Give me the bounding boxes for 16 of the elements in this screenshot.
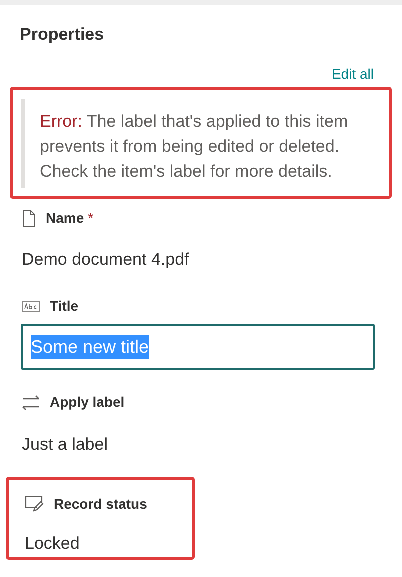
field-value: Locked xyxy=(25,533,81,555)
document-icon xyxy=(22,210,36,226)
record-edit-icon xyxy=(25,496,44,512)
field-value: Demo document 4.pdf xyxy=(22,249,190,271)
field-value: Just a label xyxy=(22,434,109,456)
swap-arrows-icon xyxy=(22,394,40,410)
edit-all-link[interactable]: Edit all xyxy=(332,65,374,87)
title-input-field[interactable]: Some new title xyxy=(21,324,375,370)
required-asterisk: * xyxy=(88,208,94,228)
field-label: Record status xyxy=(54,494,148,514)
panel-title: Properties xyxy=(19,24,106,46)
error-message: Error: The label that's applied to this item prevents it from being edited or deleted. Check the item's label for more details. xyxy=(40,111,350,183)
text-field-icon xyxy=(22,301,40,312)
field-label: Name xyxy=(46,208,84,228)
field-label: Apply label xyxy=(50,393,125,412)
field-label: Title xyxy=(50,297,79,316)
